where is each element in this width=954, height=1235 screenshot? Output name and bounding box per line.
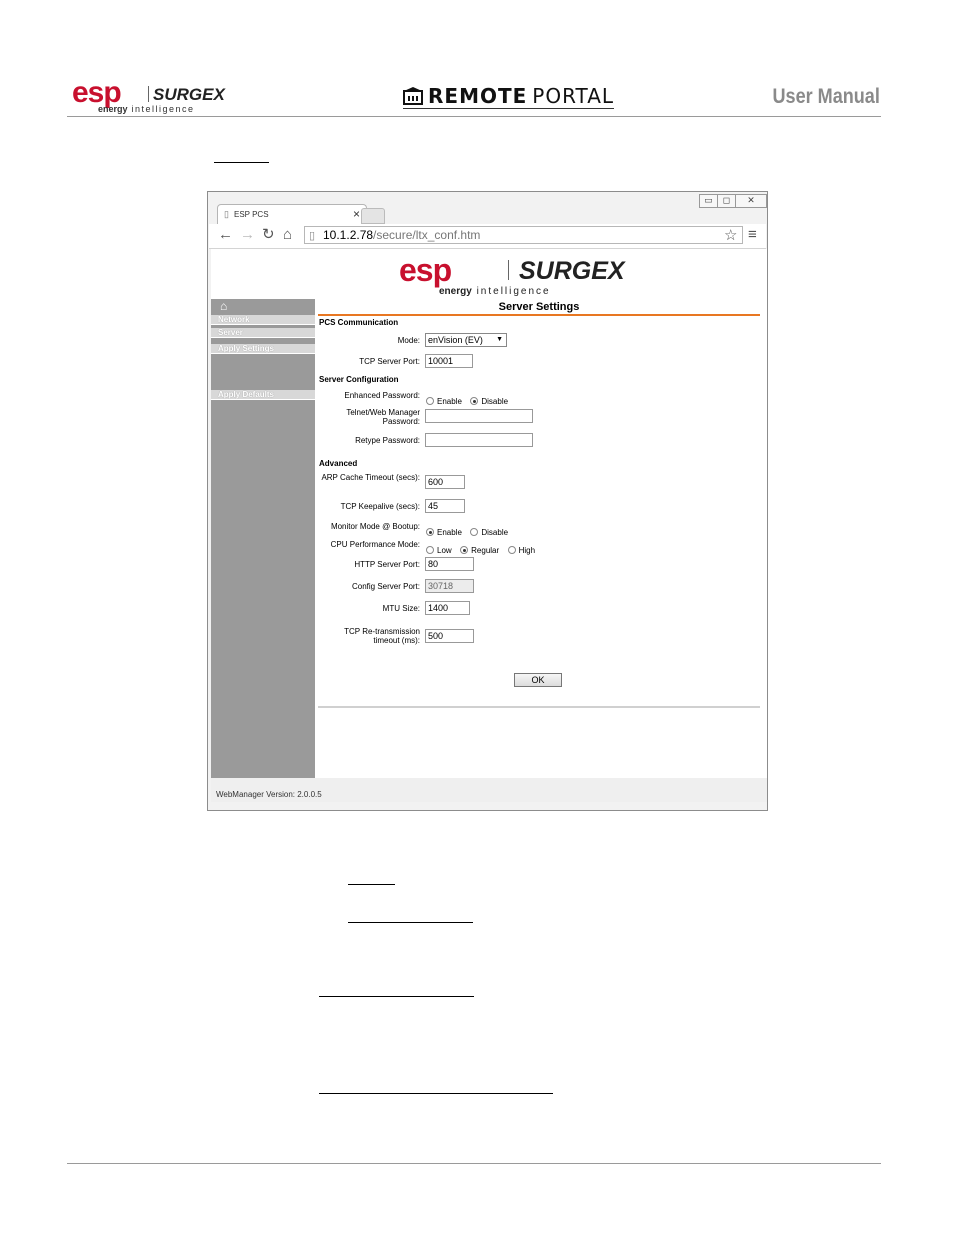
- sidebar-nav: ⌂ Network Server Apply Settings Apply De…: [211, 299, 315, 779]
- config-port-input: 30718: [425, 579, 474, 593]
- telnet-password-label: Telnet/Web Manager Password:: [346, 408, 420, 426]
- star-icon[interactable]: ☆: [724, 228, 737, 244]
- page-icon: ▯: [224, 209, 229, 219]
- enhanced-password-disable-radio[interactable]: [470, 397, 479, 405]
- heading-underline: [214, 162, 269, 163]
- forward-arrow-icon[interactable]: →: [240, 227, 255, 243]
- sidebar-item-network[interactable]: Network: [211, 315, 315, 325]
- surgex-logo: SURGEX: [519, 257, 625, 285]
- webmanager-version: WebManager Version: 2.0.0.5: [211, 778, 767, 802]
- sidebar-item-apply-defaults[interactable]: Apply Defaults: [211, 390, 315, 400]
- monitor-mode-enable-radio[interactable]: [426, 528, 434, 536]
- browser-toolbar: ← → ↻ ⌂ ▯ 10.1.2.78/secure/ltx_conf.htm …: [209, 224, 766, 249]
- tab-close-icon[interactable]: ×: [353, 207, 360, 221]
- enhanced-password-radios: Enable Disable: [426, 391, 512, 409]
- logo-divider: [508, 260, 509, 280]
- header-rule: [67, 116, 881, 117]
- arp-cache-input[interactable]: 600: [425, 475, 465, 489]
- content-bottom-rule: [318, 706, 760, 708]
- tcp-keepalive-input[interactable]: 45: [425, 499, 465, 513]
- monitor-mode-disable-radio[interactable]: [470, 528, 479, 536]
- home-icon[interactable]: ⌂: [220, 299, 227, 313]
- tcp-retransmission-input[interactable]: 500: [425, 629, 474, 643]
- ok-button[interactable]: OK: [514, 673, 562, 687]
- tab-esp-pcs[interactable]: ▯ ESP PCS ×: [217, 204, 367, 225]
- section-advanced: Advanced: [319, 459, 358, 468]
- cpu-mode-low-radio[interactable]: [426, 546, 434, 554]
- cpu-mode-high-radio[interactable]: [507, 546, 516, 554]
- sidebar-item-apply-settings[interactable]: Apply Settings: [211, 344, 315, 354]
- portal-word-portal: PORTAL: [532, 84, 615, 108]
- retype-password-label: Retype Password:: [355, 436, 420, 445]
- esp-logo: esp: [399, 252, 452, 288]
- enhanced-password-enable-radio[interactable]: [426, 397, 434, 405]
- mtu-size-label: MTU Size:: [382, 604, 420, 613]
- page-icon: ▯: [309, 230, 316, 242]
- portal-icon: [403, 87, 423, 105]
- tab-title: ESP PCS: [234, 210, 269, 219]
- address-bar[interactable]: ▯ 10.1.2.78/secure/ltx_conf.htm: [304, 226, 743, 244]
- title-rule: [318, 314, 760, 316]
- tcp-server-port-input[interactable]: 10001: [425, 354, 473, 368]
- back-arrow-icon[interactable]: ←: [218, 227, 233, 243]
- monitor-mode-label: Monitor Mode @ Bootup:: [330, 522, 420, 531]
- http-port-input[interactable]: 80: [425, 557, 474, 571]
- config-port-label: Config Server Port:: [351, 582, 420, 591]
- cpu-mode-radios: Low Regular High: [426, 540, 539, 558]
- cpu-mode-label: CPU Performance Mode:: [330, 540, 420, 549]
- tcp-server-port-label: TCP Server Port:: [359, 357, 420, 366]
- logo-divider: [148, 86, 149, 102]
- home-icon[interactable]: ⌂: [283, 227, 292, 243]
- tcp-keepalive-label: TCP Keepalive (secs):: [340, 502, 420, 511]
- arp-cache-label: ARP Cache Timeout (secs):: [321, 473, 420, 482]
- logo-tagline: energy intelligence: [439, 286, 551, 297]
- mode-select[interactable]: enVision (EV) ▼: [425, 333, 507, 347]
- logo-tagline: energy intelligence: [98, 104, 195, 114]
- url-path: /secure/ltx_conf.htm: [373, 228, 481, 242]
- text-underline: [348, 922, 473, 923]
- remote-portal-logo: REMOTE PORTAL: [403, 84, 615, 109]
- text-underline: [319, 1093, 553, 1094]
- page-title: Server Settings: [498, 301, 580, 313]
- browser-window: ▭ ◻ ✕ ▯ ESP PCS × ← → ↻ ⌂ ▯ 10.1.2.78/se…: [207, 191, 768, 811]
- manual-title: User Manual: [772, 85, 880, 108]
- url-host: 10.1.2.78: [323, 228, 374, 242]
- close-window-icon[interactable]: ✕: [735, 194, 767, 208]
- telnet-password-input[interactable]: [425, 409, 533, 423]
- enhanced-password-label: Enhanced Password:: [344, 391, 420, 400]
- sidebar-item-server[interactable]: Server: [211, 328, 315, 338]
- page-viewport: esp SURGEX energy intelligence ⌂ Network…: [211, 249, 767, 802]
- reload-icon[interactable]: ↻: [262, 227, 275, 243]
- footer-rule: [67, 1163, 881, 1164]
- text-underline: [348, 884, 395, 885]
- section-server-configuration: Server Configuration: [319, 375, 399, 384]
- section-pcs-communication: PCS Communication: [319, 318, 399, 327]
- cpu-mode-regular-radio[interactable]: [460, 546, 469, 554]
- menu-icon[interactable]: ≡: [748, 227, 757, 243]
- chevron-down-icon: ▼: [496, 336, 503, 343]
- retype-password-input[interactable]: [425, 433, 533, 447]
- tcp-retransmission-label: TCP Re-transmission timeout (ms):: [344, 627, 420, 645]
- monitor-mode-radios: Enable Disable: [426, 522, 512, 540]
- mode-label: Mode:: [397, 336, 420, 345]
- portal-word-remote: REMOTE: [428, 84, 528, 108]
- maximize-icon[interactable]: ◻: [717, 194, 736, 208]
- mtu-size-input[interactable]: 1400: [425, 601, 470, 615]
- minimize-icon[interactable]: ▭: [699, 194, 718, 208]
- text-underline: [319, 996, 474, 997]
- http-port-label: HTTP Server Port:: [354, 560, 420, 569]
- surgex-logo: SURGEX: [153, 85, 225, 104]
- new-tab-button[interactable]: [361, 208, 385, 224]
